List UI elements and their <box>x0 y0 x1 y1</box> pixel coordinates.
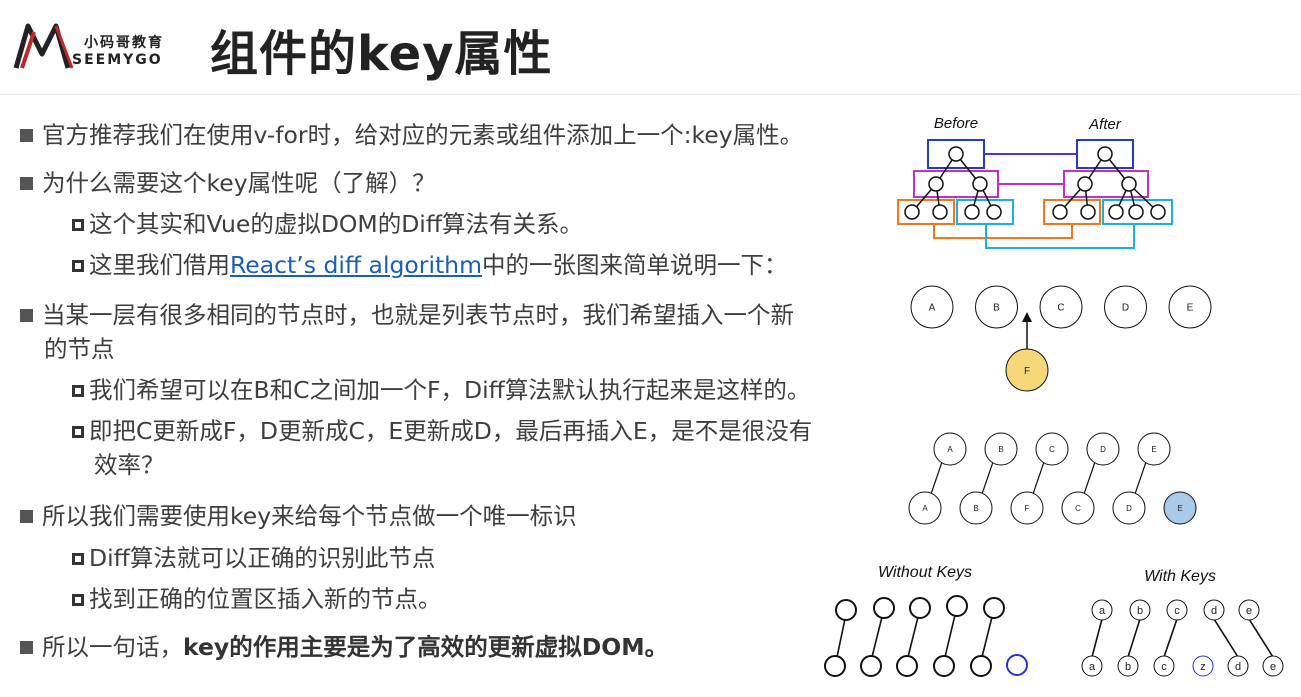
bullet-text: Diff算法就可以正确的识别此节点 <box>89 544 436 572</box>
keyed-old-node-label: b <box>1137 605 1143 617</box>
bullet-item: 当某一层有很多相同的节点时，也就是列表节点时，我们希望插入一个新 <box>20 296 794 330</box>
bullet-item: 所以一句话，key的作用主要是为了高效的更新虚拟DOM。 <box>20 628 668 662</box>
with-keys-label: With Keys <box>1144 568 1216 585</box>
bullet-item: 为什么需要这个key属性呢（了解）？ <box>20 164 436 198</box>
bullet-item: 所以我们需要使用key来给每个节点做一个唯一标识 <box>20 497 577 531</box>
keyed-new-node-label: a <box>1089 661 1096 673</box>
old-list-node-label: E <box>1151 445 1156 454</box>
bullet-text: 找到正确的位置区插入新的节点。 <box>89 585 442 613</box>
square-bullet-icon <box>20 641 33 654</box>
square-bullet-icon <box>20 309 33 322</box>
bullet-text: 这个其实和Vue的虚拟DOM的Diff算法有关系。 <box>89 210 584 238</box>
bullet-text: 为什么需要这个key属性呢（了解）？ <box>42 169 436 197</box>
sub-bullet-item: 这个其实和Vue的虚拟DOM的Diff算法有关系。 <box>72 205 583 239</box>
bullet-item: 官方推荐我们在使用v-for时，给对应的元素或组件添加上一个:key属性。 <box>20 116 803 150</box>
hollow-square-bullet-icon <box>72 553 84 565</box>
bullet-text: 我们希望可以在B和C之间加一个F，Diff算法默认执行起来是这样的。 <box>89 376 811 404</box>
bullet-text-continued: 效率？ <box>94 451 165 479</box>
hollow-square-bullet-icon <box>72 426 84 438</box>
keyed-new-node-label: d <box>1235 661 1241 673</box>
without-keys-label: Without Keys <box>878 564 972 581</box>
new-node-without-keys <box>1006 654 1028 676</box>
keyed-new-node-label: z <box>1200 661 1206 673</box>
old-list-node-label: B <box>998 445 1003 454</box>
bullet-text-continued: 的节点 <box>44 335 115 363</box>
keyed-new-node-label: e <box>1270 661 1276 673</box>
logo-brand-cn: 小码哥教育 <box>84 35 164 51</box>
insert-node-diagram: A B C D E F <box>910 285 1212 392</box>
sub-bullet-item: 找到正确的位置区插入新的节点。 <box>72 580 442 614</box>
new-list-node-label: F <box>1025 504 1030 513</box>
hollow-square-bullet-icon <box>72 260 84 272</box>
bullet-text: 当某一层有很多相同的节点时，也就是列表节点时，我们希望插入一个新 <box>42 301 794 329</box>
hollow-square-bullet-icon <box>72 219 84 231</box>
header-divider <box>0 94 1301 95</box>
list-node-label: B <box>993 303 1000 314</box>
logo-brand-en: SEEMYGO <box>72 52 163 68</box>
keyed-old-node-label: a <box>1099 605 1106 617</box>
after-label: After <box>1088 116 1122 133</box>
keys-comparison-diagram: Without Keys With Keys a b c d e a b c z d e <box>824 564 1284 677</box>
bullet-text: 所以一句话， <box>42 633 183 661</box>
sub-bullet-item: 即把C更新成F，D更新成C，E更新成D，最后再插入E，是不是很没有 <box>72 412 812 446</box>
new-list-node-label: C <box>1075 504 1081 513</box>
sub-bullet-item: 我们希望可以在B和C之间加一个F，Diff算法默认执行起来是这样的。 <box>72 371 810 405</box>
bullet-text: 所以我们需要使用key来给每个节点做一个唯一标识 <box>42 502 577 530</box>
new-list-node-label: D <box>1126 504 1132 513</box>
list-node-label: A <box>929 303 936 314</box>
list-node-label: C <box>1057 303 1064 314</box>
hollow-square-bullet-icon <box>72 594 84 606</box>
keyed-new-node-label: c <box>1161 661 1167 673</box>
keyed-new-node-label: b <box>1125 661 1131 673</box>
diff-result-diagram: A B C D E A B F C D E <box>908 432 1197 525</box>
bullet-text: 中的一张图来简单说明一下： <box>481 251 788 279</box>
new-list-node-label: A <box>922 504 928 513</box>
new-list-node-label: E <box>1177 504 1182 513</box>
sub-bullet-item: Diff算法就可以正确的识别此节点 <box>72 539 435 573</box>
keyed-old-node-label: c <box>1174 605 1180 617</box>
react-diff-link[interactable]: React’s diff algorithm <box>230 251 482 279</box>
square-bullet-icon <box>20 510 33 523</box>
old-list-node-label: A <box>947 445 953 454</box>
list-node-label: E <box>1187 303 1194 314</box>
keyed-old-node-label: d <box>1211 605 1217 617</box>
tree-diff-diagram: Before After <box>897 115 1173 249</box>
bullet-text: 即把C更新成F，D更新成C，E更新成D，最后再插入E，是不是很没有 <box>89 417 813 445</box>
new-list-node-label: B <box>973 504 978 513</box>
old-list-node-label: C <box>1049 445 1055 454</box>
keyed-old-node-label: e <box>1246 605 1252 617</box>
list-node-label: D <box>1122 303 1129 314</box>
square-bullet-icon <box>20 129 33 142</box>
before-label: Before <box>934 115 978 132</box>
old-list-node-label: D <box>1100 445 1106 454</box>
square-bullet-icon <box>20 177 33 190</box>
hollow-square-bullet-icon <box>72 385 84 397</box>
page-title: 组件的key属性 <box>210 26 553 82</box>
bullet-text-bold: key的作用主要是为了高效的更新虚拟DOM。 <box>183 633 669 661</box>
bullet-text: 官方推荐我们在使用v-for时，给对应的元素或组件添加上一个:key属性。 <box>42 121 804 149</box>
new-node-label: F <box>1024 366 1030 377</box>
sub-bullet-item: 这里我们借用React’s diff algorithm中的一张图来简单说明一下… <box>72 246 787 280</box>
bullet-text: 这里我们借用 <box>89 251 230 279</box>
